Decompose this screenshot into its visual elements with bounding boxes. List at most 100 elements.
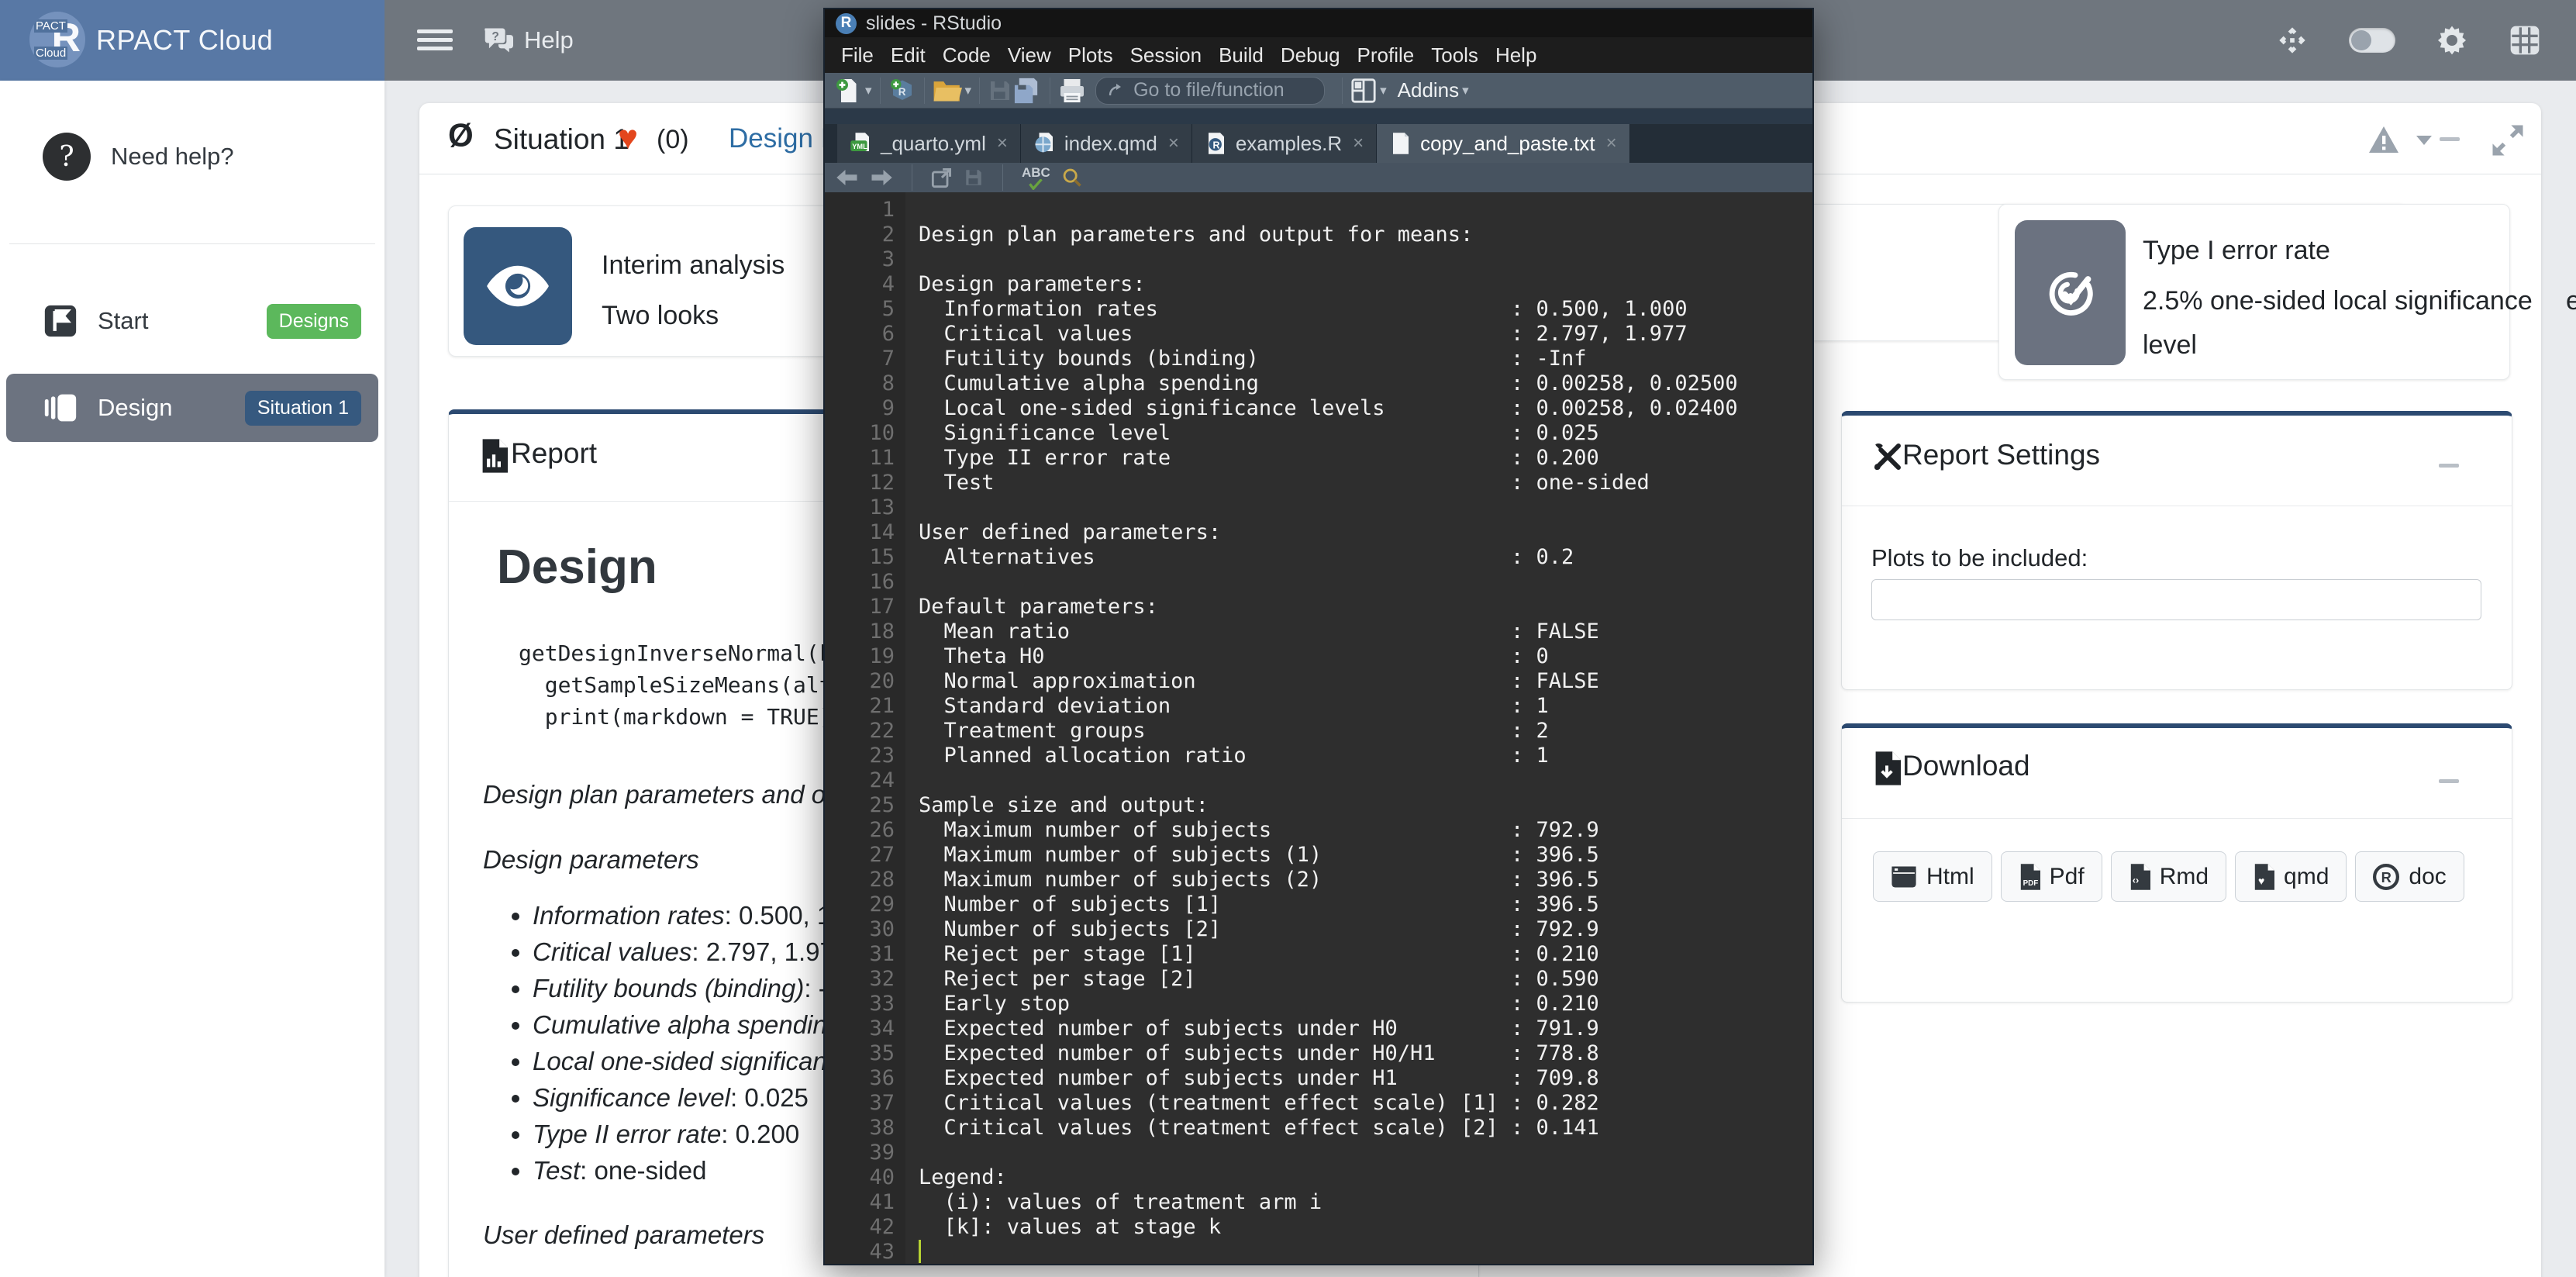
menu-view[interactable]: View (999, 43, 1060, 67)
minimize-panel-icon[interactable] (2440, 137, 2460, 141)
type1-error-card: Type I error rate 2.5% one-sided local s… (1998, 204, 2510, 380)
menu-tools[interactable]: Tools (1422, 43, 1487, 67)
goto-arrow-icon (1107, 81, 1126, 100)
heart-icon[interactable]: ♥ (618, 119, 638, 157)
editor-tab-index.qmd[interactable]: index.qmd× (1021, 124, 1192, 163)
interim-card-title: Interim analysis (602, 250, 785, 281)
svg-text:PDF: PDF (2023, 879, 2038, 888)
file-type-qmd-icon (1033, 132, 1057, 155)
situation-badge: Situation 1 (245, 391, 361, 426)
file-type-yml-icon: YML (850, 132, 873, 155)
find-replace-icon[interactable] (1061, 167, 1083, 188)
warning-dropdown-icon[interactable] (2367, 123, 2435, 157)
file-heart-icon: ♥ (2253, 864, 2274, 890)
back-icon[interactable] (836, 167, 859, 188)
popout-icon[interactable] (931, 167, 953, 188)
hidden-card-text-fragment: esting (2566, 286, 2576, 316)
rpact-logo: R PACT Cloud (29, 12, 85, 67)
sidebar: ? Need help? Start Designs Design Situat… (0, 81, 385, 1277)
print-icon[interactable] (1058, 78, 1086, 104)
collapse-download-icon[interactable] (2439, 779, 2459, 783)
menu-build[interactable]: Build (1210, 43, 1272, 67)
new-project-icon[interactable]: R (888, 77, 916, 105)
logo-text-pact: PACT (34, 19, 67, 33)
browser-window-icon (1891, 865, 1917, 889)
editor-tab-_quarto.yml[interactable]: YML_quarto.yml× (837, 124, 1021, 163)
settings-gear-icon[interactable] (2436, 24, 2468, 57)
goto-file-search[interactable]: Go to file/function (1095, 77, 1325, 105)
grid-apps-icon[interactable] (2509, 24, 2541, 57)
eye-icon (464, 227, 572, 345)
rstudio-editor-toolbar: ABC (825, 163, 1812, 192)
rstudio-window[interactable]: R slides - RStudio FileEditCodeViewPlots… (823, 8, 1814, 1265)
likes-count: (0) (657, 125, 689, 155)
svg-text:R: R (2381, 869, 2392, 885)
sidebar-item-design[interactable]: Design Situation 1 (6, 374, 378, 442)
svg-text:‹›: ‹› (2132, 875, 2138, 885)
menu-session[interactable]: Session (1122, 43, 1211, 67)
menu-file[interactable]: File (833, 43, 882, 67)
rstudio-editor[interactable]: 1 2 3 4 5 6 7 8 9 10 11 12 13 14 15 16 1… (825, 192, 1812, 1264)
plots-included-input[interactable] (1871, 579, 2481, 620)
situation-title: Situation 1 (494, 123, 629, 156)
menu-help[interactable]: Help (1487, 43, 1545, 67)
download-rmd-button[interactable]: ‹› Rmd (2111, 851, 2226, 902)
tab-close-icon[interactable]: × (1606, 133, 1617, 154)
report-para-plan: Design plan parameters and outpu (483, 780, 875, 809)
need-help-label: Need help? (111, 143, 234, 171)
open-file-icon[interactable] (933, 78, 962, 104)
report-file-chart-icon (480, 439, 508, 473)
rstudio-menubar: FileEditCodeViewPlotsSessionBuildDebugPr… (825, 37, 1812, 73)
tools-icon (1871, 440, 1904, 473)
fullscreen-icon[interactable] (2276, 24, 2309, 57)
help-label: Help (524, 26, 574, 54)
theme-toggle[interactable] (2349, 28, 2395, 53)
sidebar-header: R PACT Cloud RPACT Cloud (0, 0, 385, 81)
file-type-txt-icon (1389, 132, 1412, 155)
goto-placeholder: Go to file/function (1133, 79, 1285, 102)
download-html-button[interactable]: Html (1873, 851, 1992, 902)
download-divider (1842, 818, 2512, 819)
menu-code[interactable]: Code (934, 43, 999, 67)
download-doc-button[interactable]: R doc (2355, 851, 2464, 902)
forward-icon[interactable] (870, 167, 893, 188)
menu-edit[interactable]: Edit (882, 43, 934, 67)
save-icon[interactable] (988, 78, 1012, 103)
help-button[interactable]: ? Help (482, 0, 574, 81)
save-all-icon[interactable] (1012, 77, 1042, 105)
spellcheck-icon[interactable]: ABC (1022, 166, 1050, 190)
editor-tab-copy_and_paste.txt[interactable]: copy_and_paste.txt× (1377, 124, 1630, 163)
editor-cursor (919, 1240, 921, 1263)
file-type-r-icon: R (1205, 132, 1228, 155)
download-pdf-button[interactable]: PDF Pdf (2001, 851, 2102, 902)
rstudio-titlebar[interactable]: R slides - RStudio (825, 9, 1812, 37)
menu-debug[interactable]: Debug (1272, 43, 1349, 67)
editor-text[interactable]: Design plan parameters and output for me… (919, 198, 1738, 1240)
download-panel-title: Download (1902, 750, 2030, 782)
tab-close-icon[interactable]: × (1168, 133, 1179, 154)
sidebar-item-need-help[interactable]: ? Need help? (0, 110, 385, 203)
start-flag-icon (43, 304, 78, 338)
report-heading: Design (497, 540, 657, 595)
download-qmd-button[interactable]: ♥ qmd (2235, 851, 2347, 902)
svg-text:YML: YML (852, 143, 867, 150)
new-file-icon[interactable] (834, 77, 862, 105)
addins-menu[interactable]: Addins (1398, 78, 1460, 102)
save-editor-icon[interactable] (964, 167, 984, 188)
sidebar-toggle-icon[interactable] (417, 25, 453, 56)
tab-close-icon[interactable]: × (1353, 133, 1364, 154)
expand-panel-icon[interactable] (2488, 120, 2528, 160)
rstudio-toolbar: ▾ R ▾ Go to file/function ▾ Addins▾ (825, 73, 1812, 109)
report-para-user-params: User defined parameters (483, 1220, 764, 1250)
menu-profile[interactable]: Profile (1349, 43, 1423, 67)
design-pages-icon (43, 391, 78, 425)
collapse-settings-icon[interactable] (2439, 464, 2459, 468)
rstudio-window-title: slides - RStudio (866, 12, 1002, 35)
tab-close-icon[interactable]: × (997, 133, 1008, 154)
menu-plots[interactable]: Plots (1060, 43, 1122, 67)
sidebar-item-start[interactable]: Start Designs (6, 287, 378, 355)
editor-tab-examples.R[interactable]: Rexamples.R× (1192, 124, 1377, 163)
sidebar-divider (9, 243, 375, 244)
target-check-icon (2015, 220, 2126, 365)
panes-layout-icon[interactable] (1350, 78, 1377, 104)
